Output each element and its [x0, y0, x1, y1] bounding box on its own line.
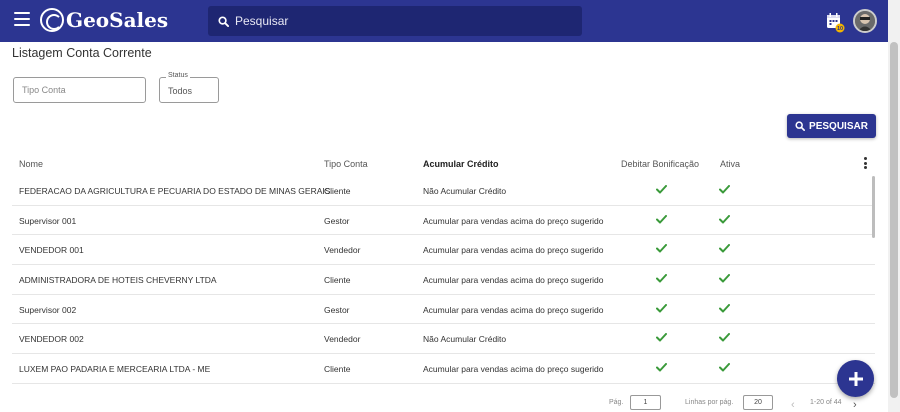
cell-tipo-conta: Gestor	[324, 215, 350, 226]
add-button[interactable]	[837, 360, 874, 397]
column-header-tipo-conta[interactable]: Tipo Conta	[324, 159, 368, 169]
debitar-bonificacao-check-icon	[656, 244, 667, 255]
ativa-check-icon	[719, 185, 730, 196]
cell-tipo-conta: Cliente	[324, 275, 351, 286]
debitar-bonificacao-check-icon	[656, 214, 667, 226]
column-header-acumular-credito[interactable]: Acumular Crédito	[423, 159, 499, 169]
table-row[interactable]: VENDEDOR 002 Vendedor Não Acumular Crédito	[12, 324, 875, 355]
cell-acumular-credito: Acumular para vendas acima do preço suge…	[423, 245, 604, 256]
debitar-bonificacao-check-icon	[656, 303, 667, 315]
calendar-icon[interactable]: 10	[826, 12, 846, 33]
status-label: Status	[166, 72, 190, 79]
cell-acumular-credito: Acumular para vendas acima do preço suge…	[423, 364, 604, 375]
cell-acumular-credito: Acumular para vendas acima do preço suge…	[423, 215, 604, 226]
pagination-bar: Pág. 1 Linhas por pág. 20 ‹ 1-20 of 44 ›	[0, 390, 888, 412]
cell-nome: VENDEDOR 002	[19, 334, 84, 345]
ativa-check-icon	[719, 303, 730, 315]
table-row[interactable]: LUXEM PAO PADARIA E MERCEARIA LTDA - ME C…	[12, 354, 875, 384]
more-options-icon[interactable]	[864, 157, 868, 171]
app-name: GeoSales	[66, 8, 169, 32]
top-bar: GeoSales 10	[0, 0, 888, 42]
prev-page-icon[interactable]: ‹	[791, 399, 795, 411]
global-search[interactable]	[208, 6, 582, 36]
cell-nome: ADMINISTRADORA DE HOTEIS CHEVERNY LTDA	[19, 275, 217, 286]
cell-acumular-credito: Não Acumular Crédito	[423, 334, 507, 345]
table-row[interactable]: Supervisor 002 Gestor Acumular para vendas…	[12, 295, 875, 325]
rows-per-page-select[interactable]: 20	[743, 395, 773, 410]
cell-nome: Supervisor 001	[19, 215, 77, 226]
tipo-conta-field[interactable]	[13, 77, 146, 103]
table-body: FEDERACAO DA AGRICULTURA E PECUARIA DO E…	[12, 176, 875, 384]
page-input[interactable]: 1	[630, 395, 661, 410]
status-value: Todos	[168, 86, 193, 96]
debitar-bonificacao-check-icon	[656, 185, 667, 196]
search-button[interactable]: PESQUISAR	[787, 114, 876, 138]
plus-icon	[848, 371, 863, 386]
cell-tipo-conta: Cliente	[324, 364, 351, 375]
ativa-check-icon	[719, 244, 730, 255]
table-row[interactable]: ADMINISTRADORA DE HOTEIS CHEVERNY LTDA Cl…	[12, 265, 875, 295]
page-scrollbar-thumb[interactable]	[890, 42, 898, 398]
debitar-bonificacao-check-icon	[656, 363, 667, 374]
next-page-icon[interactable]: ›	[853, 399, 857, 411]
calendar-badge: 10	[837, 26, 843, 32]
page-label: Pág.	[609, 399, 624, 406]
ativa-check-icon	[719, 214, 730, 226]
column-header-nome[interactable]: Nome	[19, 159, 43, 169]
logo-mark-icon	[40, 8, 64, 32]
column-header-ativa[interactable]: Ativa	[720, 159, 740, 169]
cell-acumular-credito: Não Acumular Crédito	[423, 186, 507, 196]
cell-nome: LUXEM PAO PADARIA E MERCEARIA LTDA - ME	[19, 364, 211, 375]
column-header-debitar-bonificacao[interactable]: Debitar Bonificação	[621, 159, 699, 169]
table-row[interactable]: FEDERACAO DA AGRICULTURA E PECUARIA DO E…	[12, 176, 875, 206]
search-button-label: PESQUISAR	[809, 120, 868, 132]
cell-nome: VENDEDOR 001	[19, 245, 84, 256]
cell-nome: FEDERACAO DA AGRICULTURA E PECUARIA DO E…	[19, 186, 331, 196]
table-row[interactable]: VENDEDOR 001 Vendedor Acumular para vendas…	[12, 235, 875, 266]
debitar-bonificacao-check-icon	[656, 333, 667, 344]
ativa-check-icon	[719, 333, 730, 344]
search-icon	[218, 15, 229, 27]
table-scrollbar-thumb[interactable]	[872, 176, 875, 238]
ativa-check-icon	[719, 274, 730, 285]
app-logo[interactable]: GeoSales	[40, 8, 168, 32]
cell-acumular-credito: Acumular para vendas acima do preço suge…	[423, 275, 604, 286]
table-row[interactable]: Supervisor 001 Gestor Acumular para vendas…	[12, 206, 875, 236]
tipo-conta-input[interactable]	[14, 78, 145, 102]
cell-acumular-credito: Acumular para vendas acima do preço suge…	[423, 304, 604, 315]
page-title: Listagem Conta Corrente	[12, 46, 152, 60]
debitar-bonificacao-check-icon	[656, 274, 667, 285]
cell-nome: Supervisor 002	[19, 304, 77, 315]
status-select[interactable]: Status Todos	[159, 72, 219, 103]
user-avatar[interactable]	[853, 9, 877, 33]
rows-per-page-label: Linhas por pág.	[685, 399, 734, 406]
search-input[interactable]	[235, 14, 555, 28]
cell-tipo-conta: Gestor	[324, 304, 350, 315]
cell-tipo-conta: Cliente	[324, 186, 351, 196]
hamburger-menu-icon[interactable]	[14, 12, 30, 28]
cell-tipo-conta: Vendedor	[324, 245, 361, 256]
table-header: Nome Tipo Conta Acumular Crédito Debitar…	[12, 150, 875, 176]
search-icon	[795, 121, 806, 131]
cell-tipo-conta: Vendedor	[324, 334, 361, 345]
page-range: 1-20 of 44	[810, 399, 842, 406]
ativa-check-icon	[719, 363, 730, 374]
